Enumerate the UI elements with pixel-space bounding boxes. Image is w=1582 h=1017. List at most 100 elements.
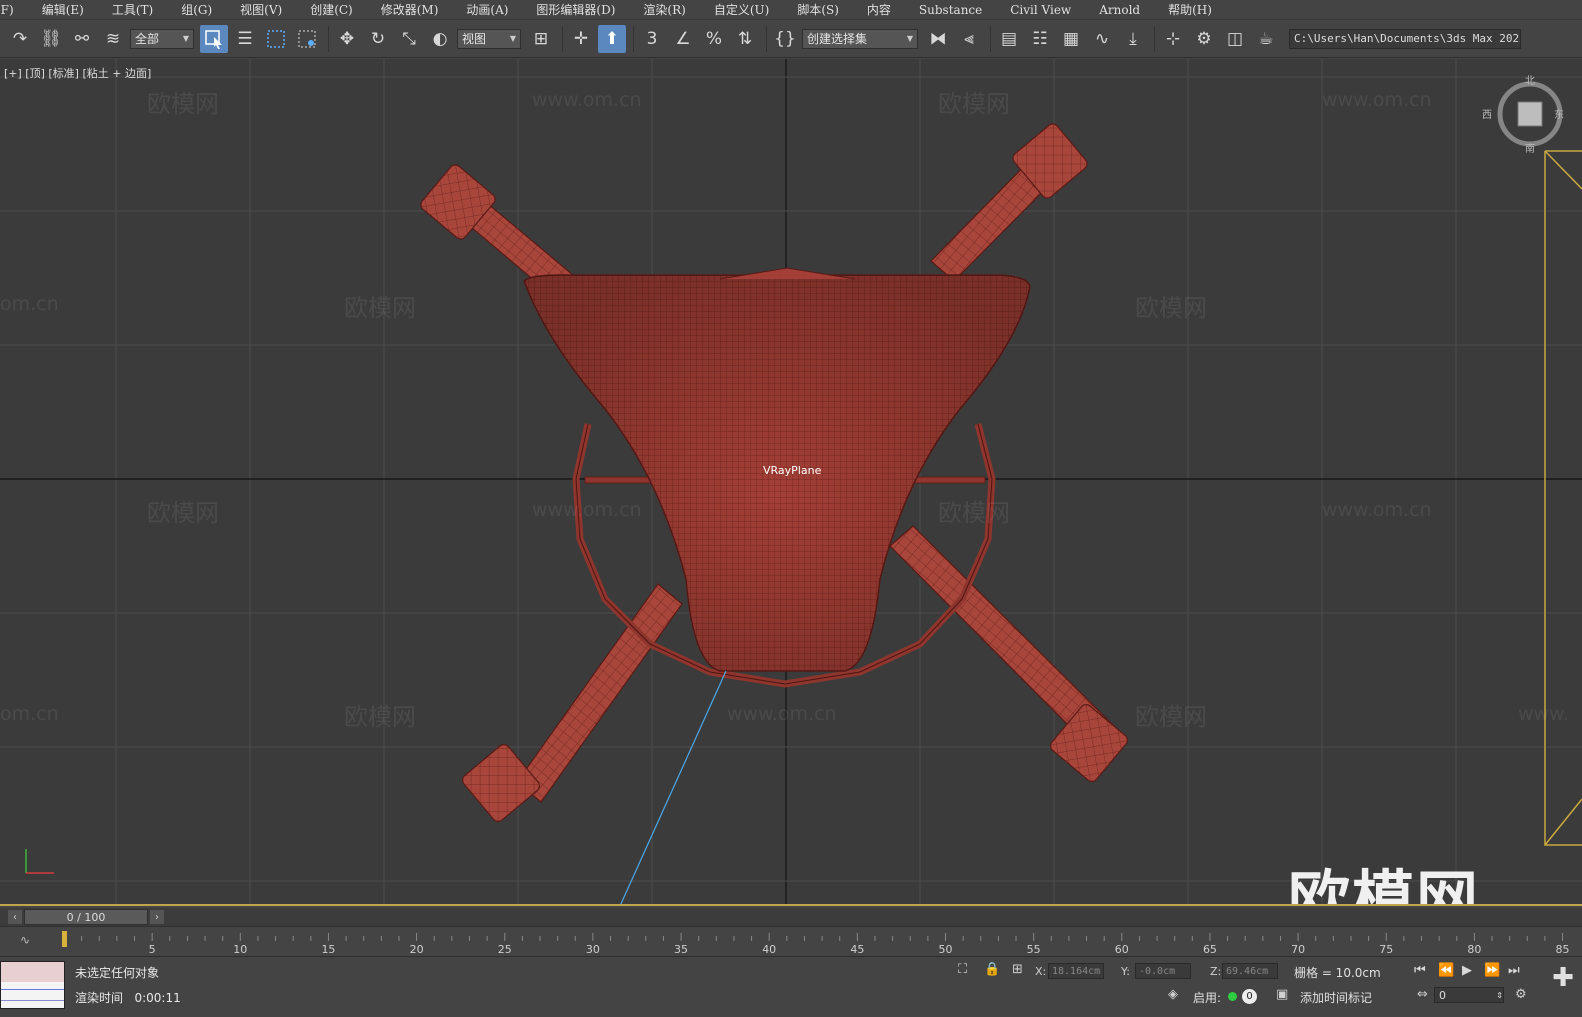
menu-item-0[interactable]: (F) xyxy=(0,3,28,17)
pivot-center-icon[interactable]: ⊞ xyxy=(527,25,555,53)
key-mode-icon[interactable]: ⇔ xyxy=(1417,987,1428,1002)
menu-bar: (F)编辑(E)工具(T)组(G)视图(V)创建(C)修改器(M)动画(A)图形… xyxy=(0,0,1582,19)
reference-coord-dropdown[interactable]: 视图 ▼ xyxy=(457,28,521,49)
viewcube-north[interactable]: 北 xyxy=(1525,72,1535,87)
menu-item-3[interactable]: 组(G) xyxy=(167,1,226,18)
menu-item-11[interactable]: 脚本(S) xyxy=(783,1,853,18)
viewcube[interactable]: 北 南 东 西 xyxy=(1482,76,1566,155)
place-icon[interactable]: ◐ xyxy=(426,25,454,53)
time-tag-icon[interactable]: ▣ xyxy=(1276,987,1288,1002)
viewcube-south[interactable]: 南 xyxy=(1525,140,1535,155)
spinner-snap-icon[interactable]: ⇅ xyxy=(731,25,759,53)
select-object-icon[interactable] xyxy=(200,24,228,53)
menu-item-8[interactable]: 图形编辑器(D) xyxy=(522,1,629,18)
y-coord-field[interactable]: -0.0cm xyxy=(1135,963,1191,979)
top-viewport[interactable]: [+] [顶] [标准] [粘土 + 边面] 欧模网 www.om.cn 欧模网… xyxy=(0,59,1582,906)
status-indicator-icon xyxy=(1228,992,1237,1001)
chevron-down-icon: ▼ xyxy=(509,34,516,43)
render-time-label: 渲染时间 xyxy=(75,991,124,1005)
align-icon[interactable]: ⫷ xyxy=(955,25,983,53)
edit-named-selection-icon[interactable]: {} xyxy=(771,25,799,53)
move-icon[interactable]: ✥ xyxy=(333,25,361,53)
viewport-label[interactable]: [+] [顶] [标准] [粘土 + 边面] xyxy=(4,65,151,81)
listener-input-area[interactable] xyxy=(1,962,64,982)
maxscript-mini-listener[interactable] xyxy=(0,961,65,1009)
scale-icon[interactable]: ⤡ xyxy=(395,25,423,53)
viewcube-east[interactable]: 东 xyxy=(1554,106,1564,121)
snaps-toggle-icon[interactable]: 3 xyxy=(638,25,666,53)
redo-icon[interactable]: ↷ xyxy=(6,25,34,53)
layer-explorer-icon[interactable]: ☷ xyxy=(1026,25,1054,53)
scene-explorer-icon[interactable]: ▤ xyxy=(995,25,1023,53)
ribbon-toggle-icon[interactable]: ▦ xyxy=(1057,25,1085,53)
watermark: 欧模网 xyxy=(344,294,416,322)
menu-item-13[interactable]: Substance xyxy=(905,3,996,17)
menu-item-4[interactable]: 视图(V) xyxy=(226,1,296,18)
track-tick-label: 10 xyxy=(233,943,247,956)
maximize-viewport-icon[interactable]: ✚ xyxy=(1548,963,1578,993)
adaptive-degradation-icon[interactable]: ◈ xyxy=(1168,987,1178,1002)
mirror-icon[interactable]: ⧓ xyxy=(924,25,952,53)
select-by-name-icon[interactable]: ☰ xyxy=(231,25,259,53)
previous-frame-icon[interactable]: ⏪ xyxy=(1438,963,1454,978)
grid-size-label: 栅格 = 10.0cm xyxy=(1294,966,1381,980)
rotate-icon[interactable]: ↻ xyxy=(364,25,392,53)
add-time-tag[interactable]: 添加时间标记 xyxy=(1300,989,1372,1006)
menu-item-7[interactable]: 动画(A) xyxy=(452,1,522,18)
track-bar[interactable]: 5 10 15 20 25 30 35 40 45 50 55 60 65 70 75 80 85 ∿ xyxy=(0,926,1582,956)
chair-model[interactable] xyxy=(0,59,1582,906)
menu-item-5[interactable]: 创建(C) xyxy=(296,1,367,18)
time-slider-handle[interactable]: 0 / 100 xyxy=(24,909,148,925)
spinner-icon[interactable]: ⇕ xyxy=(1496,991,1503,1000)
time-slider[interactable]: ‹ 0 / 100 › xyxy=(0,908,1582,926)
go-to-start-icon[interactable]: ⏮ xyxy=(1414,963,1426,978)
menu-item-15[interactable]: Arnold xyxy=(1085,3,1154,17)
window-crossing-icon[interactable] xyxy=(293,25,321,53)
angle-snap-icon[interactable]: ∠ xyxy=(669,25,697,53)
mini-curve-editor-icon[interactable]: ∿ xyxy=(20,933,30,947)
x-coord-field[interactable]: 18.164cm xyxy=(1048,963,1104,979)
render-production-icon[interactable]: ☕ xyxy=(1252,25,1280,53)
menu-item-12[interactable]: 内容 xyxy=(853,1,905,18)
next-frame-icon[interactable]: › xyxy=(150,910,164,924)
selection-lock-icon[interactable]: 🔒 xyxy=(984,962,1000,977)
selection-filter-dropdown[interactable]: 全部 ▼ xyxy=(130,28,194,49)
percent-snap-icon[interactable]: % xyxy=(700,25,728,53)
current-frame-field[interactable]: 0 ⇕ xyxy=(1434,987,1504,1003)
viewcube-west[interactable]: 西 xyxy=(1482,106,1492,121)
curve-editor-icon[interactable]: ∿ xyxy=(1088,25,1116,53)
watermark: www.om.cn xyxy=(1322,89,1432,111)
bind-spacewarp-icon[interactable]: ≋ xyxy=(99,25,127,53)
named-selection-dropdown[interactable]: 创建选择集 ▼ xyxy=(802,28,918,49)
prev-frame-icon[interactable]: ‹ xyxy=(8,910,22,924)
rectangular-selection-icon[interactable] xyxy=(262,25,290,53)
watermark: 欧模网 xyxy=(344,703,416,731)
watermark: om.cn xyxy=(0,293,59,315)
render-setup-icon[interactable]: ⚙ xyxy=(1190,25,1218,53)
next-frame-button-icon[interactable]: ⏩ xyxy=(1484,963,1500,978)
unlink-icon[interactable]: ⚯ xyxy=(68,25,96,53)
chevron-down-icon: ▼ xyxy=(182,34,189,43)
menu-item-1[interactable]: 编辑(E) xyxy=(28,1,98,18)
isolate-selection-icon[interactable]: ⛶ xyxy=(958,962,967,977)
time-configuration-icon[interactable]: ⚙ xyxy=(1515,987,1527,1002)
current-time-marker[interactable] xyxy=(62,931,67,947)
link-icon[interactable]: ⛓ xyxy=(37,25,65,53)
schematic-view-icon[interactable]: ⊹ xyxy=(1159,25,1187,53)
dope-sheet-icon[interactable]: ⤓ xyxy=(1119,25,1147,53)
menu-item-9[interactable]: 渲染(R) xyxy=(629,1,699,18)
menu-item-14[interactable]: Civil View xyxy=(996,3,1085,17)
project-path-dropdown[interactable]: C:\Users\Han\Documents\3ds Max 2022▼ xyxy=(1289,28,1521,49)
menu-item-6[interactable]: 修改器(M) xyxy=(367,1,453,18)
menu-item-16[interactable]: 帮助(H) xyxy=(1154,1,1226,18)
select-manipulate-icon[interactable]: ✛ xyxy=(567,25,595,53)
go-to-end-icon[interactable]: ⏭ xyxy=(1508,963,1520,978)
play-icon[interactable]: ▶ xyxy=(1462,963,1472,978)
track-tick-label: 30 xyxy=(586,943,600,956)
rendered-frame-window-icon[interactable]: ◫ xyxy=(1221,25,1249,53)
z-coord-field[interactable]: 69.46cm xyxy=(1222,963,1278,979)
absolute-mode-icon[interactable]: ⊞ xyxy=(1012,962,1023,977)
menu-item-10[interactable]: 自定义(U) xyxy=(700,1,783,18)
menu-item-2[interactable]: 工具(T) xyxy=(98,1,167,18)
keyboard-shortcut-override-icon[interactable]: ⬆ xyxy=(598,24,626,53)
